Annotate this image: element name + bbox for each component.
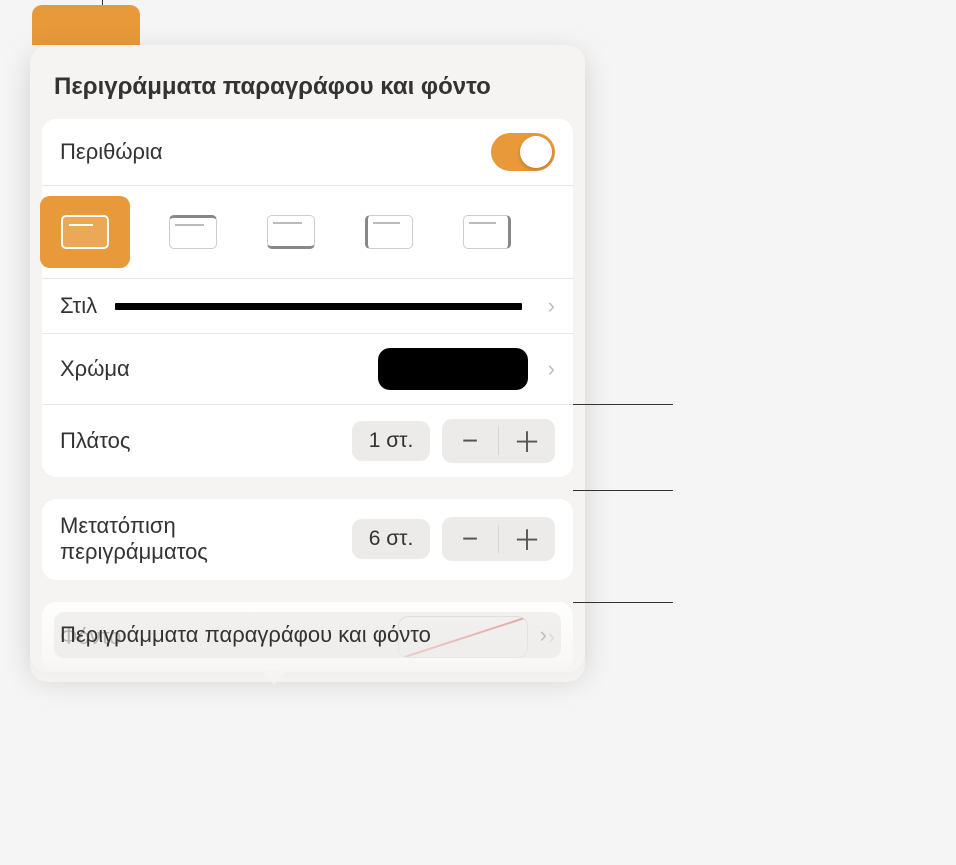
border-right-icon[interactable] [452, 202, 522, 262]
border-bottom-icon[interactable] [256, 202, 326, 262]
width-row: Πλάτος 1 στ. − ＋ [42, 405, 573, 477]
line-style-preview [115, 303, 522, 310]
width-increase-button[interactable]: ＋ [499, 419, 555, 463]
color-swatch[interactable] [378, 348, 528, 390]
margins-toggle[interactable] [491, 133, 555, 171]
popover-title: Περιγράμματα παραγράφου και φόντο [30, 65, 585, 119]
offset-value: 6 στ. [352, 519, 430, 559]
chevron-right-icon: › [548, 293, 555, 319]
callout-line [573, 404, 673, 405]
callout-line [573, 602, 673, 603]
style-label: Στιλ [60, 293, 97, 319]
margins-label: Περιθώρια [60, 139, 163, 165]
offset-row: Μετατόπιση περιγράμματος 6 στ. − ＋ [42, 499, 573, 580]
offset-group: Μετατόπιση περιγράμματος 6 στ. − ＋ [42, 499, 573, 580]
breadcrumb-item[interactable]: Περιγράμματα παραγράφου και φόντο › [54, 612, 561, 658]
offset-label: Μετατόπιση περιγράμματος [60, 513, 208, 566]
margins-row: Περιθώρια [42, 119, 573, 186]
style-row[interactable]: Στιλ › [42, 279, 573, 334]
width-value: 1 στ. [352, 421, 430, 461]
breadcrumb-label: Περιγράμματα παραγράφου και φόντο [60, 622, 431, 648]
parent-tab-active [32, 5, 140, 45]
border-all-icon[interactable] [40, 196, 130, 268]
paragraph-borders-popover: Περιγράμματα παραγράφου και φόντο Περιθώ… [30, 45, 585, 672]
chevron-right-icon: › [540, 622, 547, 648]
width-label: Πλάτος [60, 428, 131, 454]
offset-stepper: − ＋ [442, 517, 555, 561]
color-row[interactable]: Χρώμα › [42, 334, 573, 405]
border-position-row [42, 186, 573, 279]
toggle-knob [520, 136, 552, 168]
border-top-icon[interactable] [158, 202, 228, 262]
width-stepper: − ＋ [442, 419, 555, 463]
borders-group: Περιθώρια [42, 119, 573, 477]
popover-arrow [260, 670, 288, 684]
offset-label-line1: Μετατόπιση [60, 513, 208, 539]
callout-line [573, 490, 673, 491]
offset-increase-button[interactable]: ＋ [499, 517, 555, 561]
offset-decrease-button[interactable]: − [442, 517, 498, 561]
width-decrease-button[interactable]: − [442, 419, 498, 463]
border-left-icon[interactable] [354, 202, 424, 262]
chevron-right-icon: › [548, 356, 555, 382]
bottom-breadcrumb-bar: Περιγράμματα παραγράφου και φόντο › [30, 594, 585, 682]
offset-label-line2: περιγράμματος [60, 539, 208, 565]
color-label: Χρώμα [60, 356, 130, 382]
